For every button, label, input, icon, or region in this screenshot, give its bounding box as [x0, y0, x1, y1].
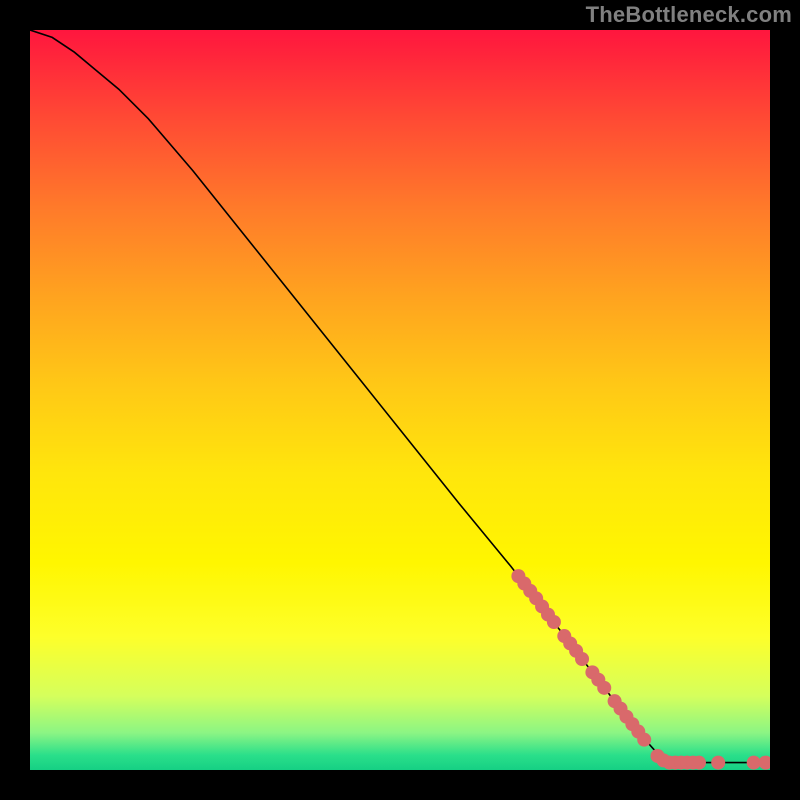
bottleneck-curve: [30, 30, 770, 763]
data-points-group: [511, 569, 770, 769]
data-point: [597, 681, 611, 695]
data-point: [547, 615, 561, 629]
data-point: [759, 756, 770, 770]
chart-container: TheBottleneck.com: [0, 0, 800, 800]
curve-overlay: [30, 30, 770, 770]
data-point: [637, 733, 651, 747]
data-point: [692, 756, 706, 770]
watermark-label: TheBottleneck.com: [586, 2, 792, 28]
data-point: [575, 652, 589, 666]
data-point: [711, 756, 725, 770]
